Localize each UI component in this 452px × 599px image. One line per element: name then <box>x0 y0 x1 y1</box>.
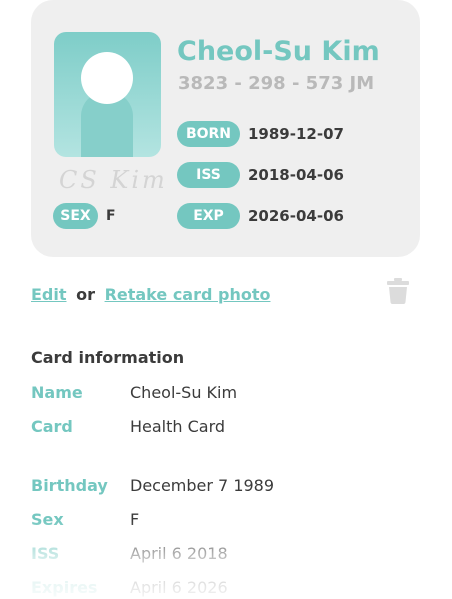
sex-value: F <box>106 208 116 224</box>
info-value: F <box>130 510 140 529</box>
sex-badge: SEX <box>53 203 98 229</box>
info-row-sex: Sex F <box>31 510 139 529</box>
born-value: 1989-12-07 <box>248 125 344 143</box>
id-card: CS Kim SEX F Cheol-Su Kim 3823 - 298 - 5… <box>31 0 420 257</box>
born-row: BORN 1989-12-07 <box>177 121 344 147</box>
or-text: or <box>76 285 95 304</box>
info-row-card: Card Health Card <box>31 417 225 436</box>
signature: CS Kim <box>59 166 168 194</box>
exp-badge: EXP <box>177 203 240 229</box>
info-label: Birthday <box>31 476 108 495</box>
info-value: April 6 2026 <box>130 578 228 597</box>
card-photo <box>54 32 161 157</box>
info-row-expires: Expires April 6 2026 <box>31 578 228 597</box>
iss-value: 2018-04-06 <box>248 166 344 184</box>
card-actions: Edit or Retake card photo <box>31 285 270 304</box>
info-row-name: Name Cheol-Su Kim <box>31 383 237 402</box>
info-value: April 6 2018 <box>130 544 228 563</box>
info-label: Expires <box>31 578 98 597</box>
iss-row: ISS 2018-04-06 <box>177 162 344 188</box>
info-label: Sex <box>31 510 64 529</box>
exp-row: EXP 2026-04-06 <box>177 203 344 229</box>
card-number: 3823 - 298 - 573 JM <box>178 73 375 94</box>
exp-value: 2026-04-06 <box>248 207 344 225</box>
trash-icon[interactable] <box>387 278 409 304</box>
info-row-iss: ISS April 6 2018 <box>31 544 228 563</box>
person-head <box>81 52 133 104</box>
born-badge: BORN <box>177 121 240 147</box>
edit-link[interactable]: Edit <box>31 285 67 304</box>
sex-row: SEX F <box>53 203 116 229</box>
info-value: Health Card <box>130 417 226 436</box>
retake-photo-link[interactable]: Retake card photo <box>105 285 271 304</box>
info-label: Name <box>31 383 83 402</box>
info-label: Card <box>31 417 73 436</box>
section-title: Card information <box>31 348 185 367</box>
info-value: Cheol-Su Kim <box>130 383 238 402</box>
iss-badge: ISS <box>177 162 240 188</box>
card-holder-name: Cheol-Su Kim <box>177 36 380 67</box>
info-row-birthday: Birthday December 7 1989 <box>31 476 274 495</box>
info-value: December 7 1989 <box>130 476 275 495</box>
info-label: ISS <box>31 544 60 563</box>
